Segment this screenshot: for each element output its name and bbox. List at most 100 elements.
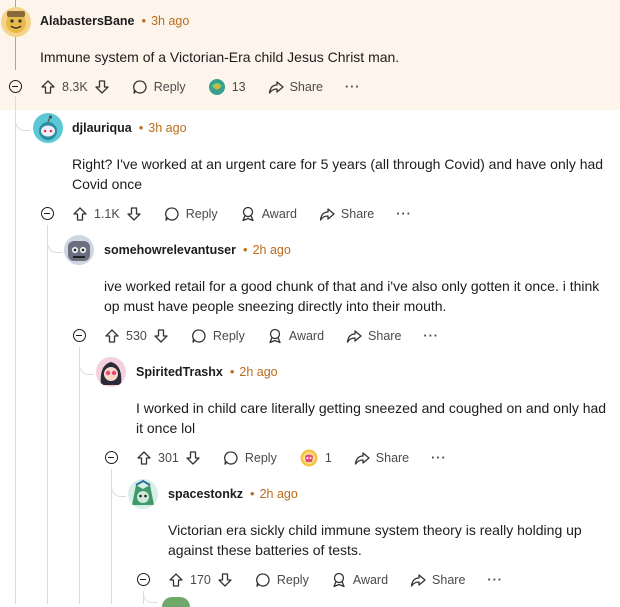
more-options-button[interactable]: ··· [431, 451, 447, 465]
reply-button[interactable]: Reply [223, 450, 277, 466]
share-icon [354, 452, 370, 465]
downvote-button[interactable] [153, 328, 169, 344]
more-options-button[interactable]: ··· [423, 329, 439, 343]
upvote-button[interactable]: 530 [104, 328, 147, 344]
downvote-icon [154, 329, 168, 343]
separator-dot: • [229, 364, 235, 379]
comment-author[interactable]: somehowrelevantuser [104, 243, 236, 257]
avatar[interactable] [128, 479, 158, 509]
downvote-icon [186, 451, 200, 465]
comment-timestamp[interactable]: 3h ago [151, 14, 189, 28]
thread-branch [111, 484, 126, 497]
downvote-button[interactable] [126, 206, 142, 222]
comment-timestamp[interactable]: 3h ago [148, 121, 186, 135]
share-icon [319, 208, 335, 221]
downvote-button[interactable] [185, 450, 201, 466]
collapse-icon[interactable] [41, 207, 54, 220]
upvote-button[interactable]: 8.3K [40, 79, 88, 95]
separator-dot: • [141, 13, 147, 28]
thread-line[interactable] [47, 225, 48, 604]
avatar[interactable] [96, 357, 126, 387]
collapse-icon[interactable] [105, 451, 118, 464]
award-icon [300, 449, 318, 467]
downvote-button[interactable] [217, 572, 233, 588]
award-button[interactable]: Award [267, 328, 324, 344]
downvote-icon [127, 207, 141, 221]
reply-button[interactable]: Reply [132, 79, 186, 95]
comment-timestamp[interactable]: 2h ago [253, 243, 291, 257]
award-icon [333, 572, 345, 588]
separator-dot: • [250, 486, 255, 501]
comment-author[interactable]: SpiritedTrashx [136, 365, 223, 379]
upvote-button[interactable]: 301 [136, 450, 179, 466]
comment-author[interactable]: djlauriqua [72, 121, 132, 135]
share-icon [268, 81, 284, 94]
thread-branch [143, 594, 158, 603]
upvote-button[interactable]: 170 [168, 572, 211, 588]
award-button[interactable]: 1 [299, 448, 332, 468]
reply-button[interactable]: Reply [164, 206, 218, 222]
share-button[interactable]: Share [410, 572, 465, 588]
downvote-button[interactable] [94, 79, 110, 95]
award-count: 13 [231, 80, 246, 94]
reply-icon [132, 80, 147, 94]
collapse-icon[interactable] [9, 80, 22, 93]
avatar[interactable] [162, 597, 190, 607]
thread-branch [15, 118, 30, 131]
collapse-icon[interactable] [73, 329, 86, 342]
upvote-icon [169, 573, 183, 587]
vote-count: 530 [126, 329, 147, 343]
vote-count: 170 [190, 573, 211, 587]
award-button[interactable]: Award [331, 572, 388, 588]
separator-dot: • [243, 242, 248, 257]
upvote-button[interactable]: 1.1K [72, 206, 120, 222]
thread-line[interactable] [79, 347, 80, 604]
vote-count: 8.3K [62, 80, 88, 94]
reply-button[interactable]: Reply [191, 328, 245, 344]
separator-dot: • [138, 120, 144, 135]
reply-icon [223, 451, 238, 465]
upvote-icon [73, 207, 87, 221]
thread-branch [47, 240, 62, 253]
comment-timestamp[interactable]: 2h ago [260, 487, 298, 501]
upvote-icon [41, 80, 55, 94]
downvote-icon [218, 573, 232, 587]
reply-icon [255, 573, 270, 587]
award-icon [242, 206, 254, 222]
thread-line[interactable] [15, 96, 16, 604]
award-count: 1 [324, 451, 332, 465]
share-icon [346, 330, 362, 343]
comment-text: I worked in child care literally getting… [136, 400, 607, 436]
comment-timestamp[interactable]: 2h ago [239, 365, 277, 379]
more-options-button[interactable]: ··· [487, 573, 503, 587]
award-button[interactable]: 13 [208, 78, 246, 96]
award-icon [208, 79, 225, 95]
avatar[interactable] [33, 113, 63, 143]
thread-branch [79, 362, 94, 375]
comment-text: Victorian era sickly child immune system… [168, 522, 582, 558]
share-button[interactable]: Share [346, 328, 401, 344]
downvote-icon [95, 80, 109, 94]
award-icon [269, 328, 281, 344]
share-button[interactable]: Share [354, 450, 409, 466]
share-button[interactable]: Share [268, 79, 323, 95]
vote-count: 301 [158, 451, 179, 465]
share-icon [410, 574, 426, 587]
more-options-button[interactable]: ··· [345, 80, 361, 94]
avatar[interactable] [64, 235, 94, 265]
award-button[interactable]: Award [240, 206, 297, 222]
vote-count: 1.1K [94, 207, 120, 221]
comment-text: Right? I've worked at an urgent care for… [72, 156, 604, 192]
more-options-button[interactable]: ··· [396, 207, 412, 221]
upvote-icon [105, 329, 119, 343]
collapse-icon[interactable] [137, 573, 150, 586]
reply-icon [164, 207, 179, 221]
reply-button[interactable]: Reply [255, 572, 309, 588]
avatar[interactable] [1, 7, 31, 37]
comment-text: Immune system of a Victorian-Era child J… [40, 49, 400, 65]
comment-author[interactable]: spacestonkz [168, 487, 243, 501]
share-button[interactable]: Share [319, 206, 374, 222]
comment-text: ive worked retail for a good chunk of th… [104, 278, 600, 314]
reply-icon [191, 329, 206, 343]
comment-author[interactable]: AlabastersBane [40, 14, 135, 28]
